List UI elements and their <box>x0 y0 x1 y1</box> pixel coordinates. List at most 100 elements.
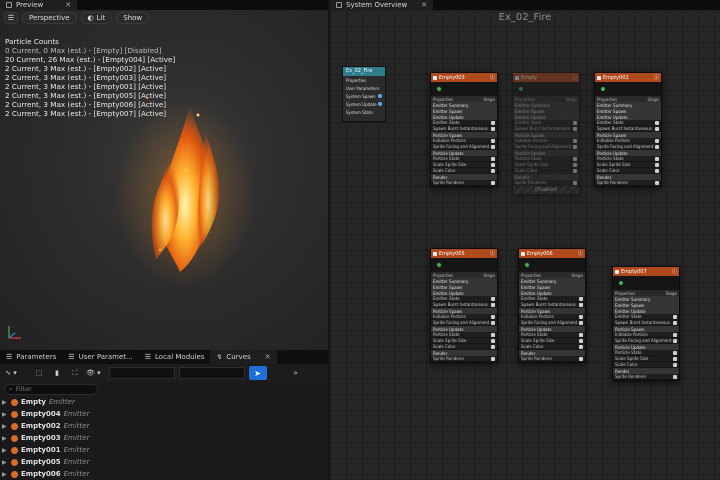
list-item[interactable]: ▶ Empty002 Emitter <box>2 420 328 432</box>
checkbox-icon[interactable] <box>573 138 577 143</box>
checkbox-icon[interactable] <box>491 338 495 343</box>
checkbox-icon[interactable] <box>579 356 583 361</box>
checkbox-icon[interactable] <box>579 344 583 349</box>
enable-toggle-icon[interactable] <box>515 75 519 80</box>
emitter-node-header[interactable]: Empty ⓘ <box>513 73 579 82</box>
checkbox-icon[interactable] <box>655 168 659 173</box>
checkbox-icon[interactable] <box>491 126 495 131</box>
checkbox-icon[interactable] <box>673 362 677 367</box>
tab-user-parameters[interactable]: ☰ User Paramet... <box>62 350 138 364</box>
select-tool-icon[interactable]: ⬚ <box>32 367 46 379</box>
frame-icon[interactable]: ⛶ <box>68 367 82 379</box>
enable-toggle-icon[interactable] <box>615 269 619 274</box>
module-row[interactable]: Sprite Renderer <box>431 180 497 186</box>
module-row[interactable]: Sprite Renderer <box>595 180 661 186</box>
system-overview-graph[interactable]: Ex_02_Fire Ex_02_Fire Properties User Pa… <box>330 10 720 480</box>
tab-parameters[interactable]: ☰ Parameters <box>0 350 62 364</box>
emitter-node[interactable]: Empty007 ⓘ Properties Stage Emitter Summary E… <box>612 266 680 381</box>
module-row[interactable]: Sprite Renderer <box>519 356 585 362</box>
checkbox-icon[interactable] <box>491 138 495 143</box>
checkbox-icon[interactable] <box>491 156 495 161</box>
system-node-row[interactable]: System Spawn <box>343 92 385 100</box>
list-item[interactable]: ▶ Empty001 Emitter <box>2 444 328 456</box>
info-icon[interactable]: ⓘ <box>490 250 495 257</box>
checkbox-icon[interactable] <box>573 120 577 125</box>
checkbox-icon[interactable] <box>573 162 577 167</box>
checkbox-icon[interactable] <box>573 126 577 131</box>
checkbox-icon[interactable] <box>491 314 495 319</box>
emitter-node-header[interactable]: Empty007 ⓘ <box>613 267 679 276</box>
checkbox-icon[interactable] <box>655 120 659 125</box>
emitter-node[interactable]: Empty002 ⓘ Properties Stage Emitter Summary E… <box>594 72 662 187</box>
emitter-node[interactable]: Empty006 ⓘ Properties Stage Emitter Summary E… <box>518 248 586 363</box>
checkbox-icon[interactable] <box>491 180 495 185</box>
emitter-node[interactable]: Empty003 ⓘ Properties Stage Emitter Summary E… <box>430 72 498 187</box>
view-eye-dropdown[interactable]: 👁 ▾ <box>86 367 101 379</box>
emitter-node[interactable]: Empty ⓘ Properties Stage Emitter Summary Emit… <box>512 72 580 195</box>
checkbox-icon[interactable] <box>491 344 495 349</box>
emitter-node-header[interactable]: Empty002 ⓘ <box>595 73 661 82</box>
module-row[interactable]: Sprite Renderer <box>613 374 679 380</box>
tab-local-modules[interactable]: ☰ Local Modules <box>139 350 211 364</box>
checkbox-icon[interactable] <box>579 332 583 337</box>
filter-input[interactable]: ⌕ Filter <box>4 383 98 395</box>
list-item[interactable]: ▶ Empty004 Emitter <box>2 408 328 420</box>
checkbox-icon[interactable] <box>491 320 495 325</box>
system-node-row[interactable]: System State <box>343 108 385 116</box>
system-node-row[interactable]: System Update <box>343 100 385 108</box>
checkbox-icon[interactable] <box>655 144 659 149</box>
checkbox-icon[interactable] <box>573 180 577 185</box>
checkbox-icon[interactable] <box>673 350 677 355</box>
checkbox-icon[interactable] <box>579 338 583 343</box>
checkbox-icon[interactable] <box>673 338 677 343</box>
module-row[interactable]: Sprite Renderer <box>431 356 497 362</box>
list-item[interactable]: ▶ Empty Emitter <box>2 396 328 408</box>
checkbox-icon[interactable] <box>491 302 495 307</box>
checkbox-icon[interactable] <box>491 120 495 125</box>
checkbox-icon[interactable] <box>491 162 495 167</box>
enable-toggle-icon[interactable] <box>433 251 437 256</box>
tab-curves[interactable]: ↯ Curves ✕ <box>210 350 277 364</box>
enable-toggle-icon[interactable] <box>433 75 437 80</box>
system-node-row[interactable]: Properties <box>343 76 385 84</box>
emitter-node-header[interactable]: Empty003 ⓘ <box>431 73 497 82</box>
checkbox-icon[interactable] <box>579 296 583 301</box>
cursor-tool-button[interactable]: ➤ <box>248 366 267 380</box>
checkbox-icon[interactable] <box>655 126 659 131</box>
enable-toggle-icon[interactable] <box>597 75 601 80</box>
checkbox-icon[interactable] <box>579 314 583 319</box>
close-icon[interactable]: ✕ <box>421 1 427 9</box>
enable-toggle-icon[interactable] <box>521 251 525 256</box>
checkbox-icon[interactable] <box>491 144 495 149</box>
checkbox-icon[interactable] <box>673 356 677 361</box>
list-item[interactable]: ▶ Empty006 Emitter <box>2 468 328 480</box>
checkbox-icon[interactable] <box>673 332 677 337</box>
value-input[interactable] <box>178 367 245 379</box>
info-icon[interactable]: ⓘ <box>572 74 577 81</box>
info-icon[interactable]: ⓘ <box>654 74 659 81</box>
tab-system-overview[interactable]: System Overview ✕ <box>330 0 434 10</box>
preview-viewport[interactable]: ☰ Perspective ◐ Lit Show Particle Counts … <box>0 10 328 350</box>
checkbox-icon[interactable] <box>491 356 495 361</box>
info-icon[interactable]: ⓘ <box>490 74 495 81</box>
checkbox-icon[interactable] <box>655 162 659 167</box>
checkbox-icon[interactable] <box>655 156 659 161</box>
checkbox-icon[interactable] <box>491 168 495 173</box>
info-icon[interactable]: ⓘ <box>578 250 583 257</box>
pan-tool-icon[interactable]: ▮ <box>50 367 64 379</box>
checkbox-icon[interactable] <box>573 144 577 149</box>
close-icon[interactable]: ✕ <box>65 1 71 9</box>
checkbox-icon[interactable] <box>573 168 577 173</box>
list-item[interactable]: ▶ Empty005 Emitter <box>2 456 328 468</box>
checkbox-icon[interactable] <box>655 138 659 143</box>
checkbox-icon[interactable] <box>673 320 677 325</box>
emitter-node-header[interactable]: Empty005 ⓘ <box>431 249 497 258</box>
system-node-row[interactable]: User Parameters <box>343 84 385 92</box>
checkbox-icon[interactable] <box>655 180 659 185</box>
checkbox-icon[interactable] <box>673 314 677 319</box>
expand-icon[interactable]: » <box>289 367 303 379</box>
system-node[interactable]: Ex_02_Fire Properties User Parameters Sy… <box>342 66 386 122</box>
emitter-node[interactable]: Empty005 ⓘ Properties Stage Emitter Summary E… <box>430 248 498 363</box>
tab-preview[interactable]: Preview ✕ <box>0 0 78 10</box>
curve-mode-dropdown[interactable]: ∿ ▾ <box>4 367 18 379</box>
